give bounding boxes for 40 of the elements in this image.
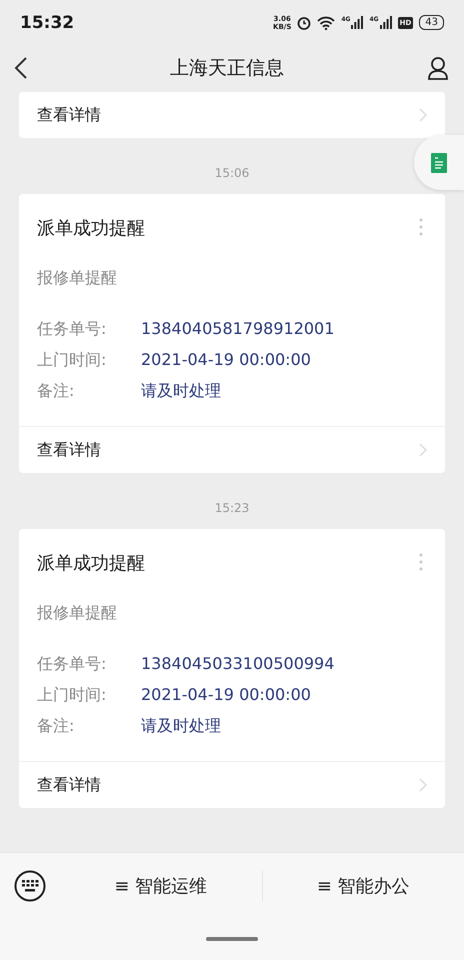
menu-button[interactable]: ≡ 智能运维 <box>60 866 262 906</box>
field-label: 备注: <box>37 381 76 402</box>
field-label: 上门时间: <box>37 350 108 371</box>
signal-icon <box>351 16 364 29</box>
card-title: 派单成功提醒 <box>37 552 145 575</box>
clock: 15:32 <box>20 12 74 32</box>
message-time: 15:23 <box>214 501 250 515</box>
chevron-icon <box>419 443 427 457</box>
more-icon[interactable] <box>419 551 423 573</box>
details-link[interactable]: 查看详情 <box>37 440 101 460</box>
wifi-icon <box>317 16 336 30</box>
keyboard-icon[interactable] <box>14 870 46 902</box>
field-value: 1384040581798912001 <box>141 319 336 340</box>
field-label: 任务单号: <box>37 319 108 340</box>
back-icon[interactable] <box>14 56 28 78</box>
message-time: 15:06 <box>214 166 250 180</box>
chevron-icon <box>419 108 427 122</box>
person-icon[interactable] <box>426 56 450 80</box>
battery: 43 <box>419 15 444 30</box>
field-value: 请及时处理 <box>141 716 222 737</box>
field-label: 上门时间: <box>37 685 108 706</box>
floating-button[interactable] <box>414 135 464 190</box>
field-label: 任务单号: <box>37 654 108 675</box>
field-value: 1384045033100500994 <box>141 654 336 675</box>
card-subtitle: 报修单提醒 <box>36 602 118 624</box>
signal-icon <box>380 16 392 29</box>
alarm-icon <box>297 16 312 30</box>
details-link[interactable]: 查看详情 <box>37 104 101 126</box>
card-subtitle: 报修单提醒 <box>36 267 118 289</box>
details-link[interactable]: 查看详情 <box>37 774 101 796</box>
card-title: 派单成功提醒 <box>37 217 145 240</box>
chat-title: 上海天正信息 <box>170 56 284 80</box>
chevron-icon <box>419 778 427 792</box>
more-icon[interactable] <box>419 216 423 238</box>
menu-button[interactable]: ≡ 智能办公 <box>262 866 464 906</box>
field-value: 2021-04-19 00:00:00 <box>141 350 312 371</box>
field-value: 请及时处理 <box>141 381 222 402</box>
field-value: 2021-04-19 00:00:00 <box>141 685 312 706</box>
document-icon <box>431 152 447 172</box>
field-label: 备注: <box>37 716 76 737</box>
